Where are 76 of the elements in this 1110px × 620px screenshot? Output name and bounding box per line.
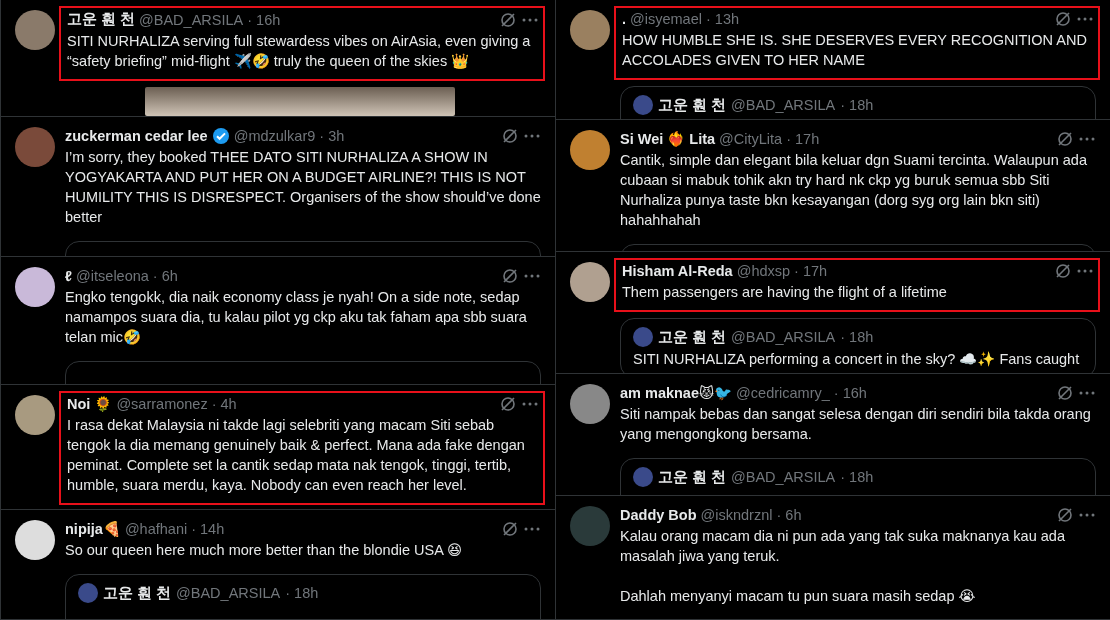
quoted-post-card[interactable]: 고운 훤 천 @BAD_ARSILA · 18h [620,86,1096,119]
author-handle: @BAD_ARSILA [731,469,836,485]
post-text: So our queen here much more better than the blondie USA 😆 [65,541,464,560]
post-time: · 18h [285,585,319,601]
slashed-circle-icon[interactable] [501,520,519,538]
post-time: · 16h [833,385,867,401]
author-handle: @isyemael [630,11,702,27]
slashed-circle-icon[interactable] [501,267,519,285]
author-handle: @BAD_ARSILA [731,97,836,113]
avatar [633,467,653,487]
post-time: · 13h [705,11,740,27]
quoted-post-card[interactable]: 고운 훤 천 @BAD_ARSILA · 18h [65,574,541,619]
author-handle: @mdzulkar9 [233,128,316,144]
avatar[interactable] [15,395,55,435]
slashed-circle-icon[interactable] [499,10,517,29]
avatar [633,327,653,347]
post-time: · 18h [840,469,874,485]
author-handle: @BAD_ARSILA [731,329,836,345]
author-name[interactable]: zuckerman cedar lee [65,128,208,144]
post-time: · 16h [247,11,281,28]
post-time: · 17h [786,131,820,147]
post-time: · 14h [191,521,225,537]
slashed-circle-icon[interactable] [1054,10,1072,28]
post-time: · 6h [152,268,178,284]
author-name[interactable]: Si Wei ❤‍🔥 Lita [620,130,716,148]
author-handle: @hafhani [124,521,188,537]
post-text: Siti nampak bebas dan sangat selesa dengan diri sendiri bila takda orang yang mengongkong bersama. [620,405,1092,444]
avatar[interactable] [570,130,610,170]
post-text: Kalau orang macam dia ni pun ada yang tak suka maknanya kau ada masalah jiwa yang teruk. Dahlah menyanyi macam tu pun suara masih sedap 😭 [620,527,1066,606]
author-handle: @BAD_ARSILA [139,11,244,28]
post-time: · 18h [840,97,874,113]
author-name[interactable]: Hisham Al-Reda [622,263,733,279]
post-text: HOW HUMBLE SHE IS. SHE DESERVES EVERY RECOGNITION AND ACCOLADES GIVEN TO HER NAME [622,31,1088,70]
post-time: · 18h [840,329,874,345]
avatar[interactable] [15,267,55,307]
author-handle: @cedricamry_ [736,385,830,401]
author-name[interactable]: . [622,11,627,27]
avatar[interactable] [570,384,610,424]
slashed-circle-icon[interactable] [499,395,517,413]
slashed-circle-icon[interactable] [1056,130,1074,148]
avatar[interactable] [570,262,610,302]
post-text: Them passengers are having the flight of a lifetime [622,283,948,302]
post-time: · 3h [319,128,345,144]
author-handle: @itseleona [76,268,149,284]
post-text: Engko tengokk, dia naik economy class je nyah! On a side note, sedap namampos suara dia, tu kalau pilot yg ckp aku tak faham apa sbb suara telan mic🤣 [65,288,528,347]
author-handle: @CityLita [719,131,783,147]
post-text: SITI NURHALIZA serving full stewardess vibes on AirAsia, even giving a “safety briefing” mid-flight ✈🤣 truly the queen of the skies 👑 [67,32,532,71]
author-name: 고운 훤 천 [658,95,727,115]
quoted-post-card[interactable]: 고운 훤 천 @BAD_ARSILA · 18h [620,458,1096,495]
post-text: I rasa dekat Malaysia ni takde lagi selebriti yang macam Siti sebab tengok la dia memang genuinely baik & perfect. Mana ada fake dengan peminat. Complete set la cantik sedap mata nak tengok, tinggi, tertib, humble, suara merdu, kaya. Nobody can even reach her level. [67,416,526,495]
slashed-circle-icon[interactable] [1056,506,1074,524]
author-name[interactable]: 고운 훤 천 [67,10,136,29]
author-name: 고운 훤 천 [658,467,727,487]
author-name[interactable]: Noi 🌻 [67,395,113,413]
author-handle: @iskndrznl [700,507,773,523]
quoted-post-text: SITI NURHALIZA performing a concert in the sky? ☁✨ Fans caught [633,351,1081,368]
author-name: 고운 훤 천 [658,327,727,347]
author-name[interactable]: ℓ [65,268,73,284]
author-name: 고운 훤 천 [103,583,172,603]
slashed-circle-icon[interactable] [1056,384,1074,402]
post-time: · 17h [794,263,828,279]
post-time: · 6h [776,507,802,523]
avatar [633,95,653,115]
author-handle: @BAD_ARSILA [176,585,281,601]
post-time: · 4h [211,396,237,412]
author-handle: @sarramonez [116,396,208,412]
author-handle: @hdxsp [736,263,791,279]
slashed-circle-icon[interactable] [1054,262,1072,280]
author-name[interactable]: am maknae😾🐦 [620,384,733,402]
avatar[interactable] [15,520,55,560]
author-name[interactable]: nipija🍕 [65,520,121,538]
slashed-circle-icon[interactable] [501,127,519,145]
post-text: Cantik, simple dan elegant bila keluar dgn Suami tercinta. Walaupun ada cubaan si mabuk tohik akn try hard nk ckp yg buruk semua sbb Siti Nurhaliza punya taste bkn kesayangan (dorg syg org lain bkn siti) hahahhahah [620,151,1088,230]
author-name[interactable]: Daddy Bob [620,507,697,523]
post-text: I’m sorry, they booked THEE DATO SITI NURHALIZA A SHOW IN YOGYAKARTA AND PUT HER ON A BUDGET AIRLINE?! THIS IS NOT HUMILITY THIS IS DISRESPECT. Organisers of the show should’ve done better [65,148,541,227]
avatar [78,583,98,603]
